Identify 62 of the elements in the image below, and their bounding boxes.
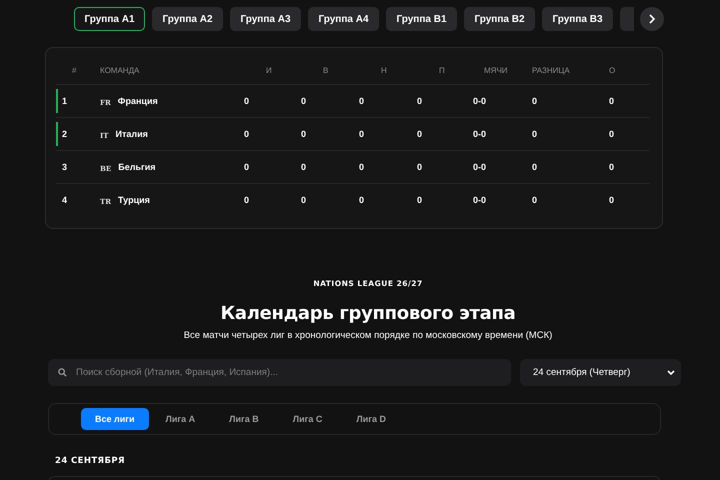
table-cell: 0 [532,96,538,106]
table-cell: 0 [244,129,250,139]
table-cell: 0 [532,129,538,139]
group-tab[interactable]: Группа B3 [542,7,613,31]
table-cell: 0 [609,162,614,172]
table-cell: 0 [417,96,422,106]
team-name: Турция [118,195,150,205]
group-tab[interactable]: Группа A2 [152,7,223,31]
table-cell: 0 [359,162,364,172]
table-cell: 0 [301,162,306,172]
column-header: П [439,66,445,74]
table-cell: 0-0 [473,162,486,172]
date-heading: 24 СЕНТЯБРЯ [55,456,125,466]
table-cell: 0 [609,195,614,205]
league-tab[interactable]: Лига B [212,408,276,430]
table-cell: 0 [359,195,364,205]
table-cell: 0 [417,162,422,172]
team-name: Франция [118,96,158,106]
league-tab[interactable]: Все лиги [81,408,149,430]
search-field[interactable]: Поиск сборной (Италия, Франция, Испания)... [48,359,511,386]
position-cell: 3 [62,162,68,172]
league-tab[interactable]: Лига C [276,408,340,430]
position-cell: 1 [62,96,68,106]
table-cell: 0 [301,195,306,205]
table-cell: 0 [244,195,250,205]
group-tab[interactable]: Группа A1 [74,7,145,31]
table-cell: 0 [609,129,614,139]
position-cell: 4 [62,195,68,205]
table-cell: 0 [417,195,422,205]
column-header: МЯЧИ [484,66,508,74]
table-cell: 0 [417,129,422,139]
table-cell: 0 [301,96,306,106]
date-select[interactable]: 24 сентября (Четверг) [520,359,681,386]
page-subtitle: Все матчи четырех лиг в хронологическом порядке по московскому времени (МСК) [184,330,552,341]
column-header: КОМАНДА [100,66,140,74]
table-cell: 0 [532,195,538,205]
table-cell: 0 [359,96,364,106]
table-cell: 0 [301,129,306,139]
column-header: И [266,66,272,74]
table-cell: 0 [359,129,364,139]
group-tab[interactable]: Группа B2 [464,7,535,31]
group-tab[interactable]: Группа A3 [230,7,301,31]
column-header: О [609,66,616,74]
table-cell: 0 [244,162,250,172]
team-name: Италия [115,129,148,139]
league-tab[interactable]: Лига D [339,408,403,430]
position-cell: 2 [62,129,68,139]
table-cell: 0-0 [473,129,486,139]
group-tab[interactable]: Группа A4 [308,7,379,31]
column-header: РАЗНИЦА [532,66,570,74]
table-cell: 0 [532,162,538,172]
table-cell: 0-0 [473,195,486,205]
page-title: Календарь группового этапа [220,303,516,324]
column-header: # [72,66,76,74]
team-name: Бельгия [118,162,156,172]
table-cell: 0 [609,96,614,106]
column-header: Н [381,66,387,74]
group-tab[interactable]: Группа B1 [386,7,457,31]
league-tab[interactable]: Лига A [148,408,212,430]
column-header: В [323,66,328,74]
table-cell: 0 [244,96,250,106]
table-cell: 0-0 [473,96,486,106]
